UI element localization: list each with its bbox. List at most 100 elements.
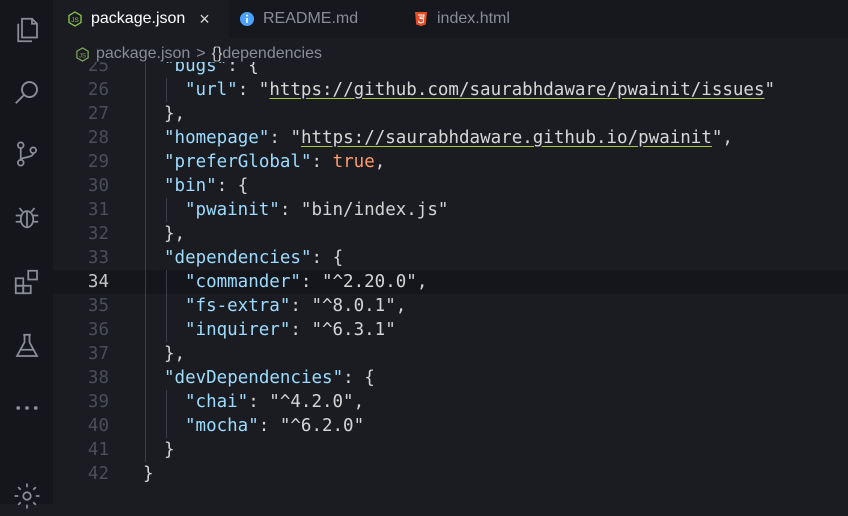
settings-gear-icon[interactable] [0, 476, 53, 516]
code-line[interactable]: 29 "preferGlobal": true, [53, 150, 848, 174]
code-line[interactable]: 39 "chai": "^4.2.0", [53, 390, 848, 414]
tab-label: package.json [91, 10, 186, 27]
code-text: "preferGlobal": true, [164, 150, 385, 174]
code-token: , [374, 152, 386, 172]
code-token: true [332, 152, 375, 172]
code-text: } [164, 438, 175, 462]
line-number: 29 [87, 152, 109, 172]
code-line[interactable]: 42} [53, 462, 848, 486]
indent-guide [166, 294, 167, 318]
line-number: 26 [87, 80, 109, 100]
code-line[interactable]: 36 "inquirer": "^6.3.1" [53, 318, 848, 342]
code-line[interactable]: 27}, [53, 102, 848, 126]
breadcrumb-file[interactable]: package.json [96, 45, 190, 63]
indent-guide [145, 102, 146, 126]
code-line[interactable]: 35 "fs-extra": "^8.0.1", [53, 294, 848, 318]
indent-guide [145, 366, 146, 390]
code-token: : [248, 392, 270, 412]
code-text: "inquirer": "^6.3.1" [185, 318, 396, 342]
code-link[interactable]: https://saurabhdaware.github.io/pwainit [301, 128, 712, 148]
tab-index-html[interactable]: index.html [413, 0, 510, 38]
indent-guide [145, 78, 146, 102]
code-text: "dependencies": { [164, 246, 343, 270]
indent-guide [145, 198, 146, 222]
code-token: "^4.2.0" [269, 392, 354, 412]
indent-guide [166, 390, 167, 414]
code-token: "preferGlobal" [164, 152, 312, 172]
code-editor[interactable]: 25 "bugs": { 26 "url": "https://github.com/… [53, 62, 848, 504]
indent-guide [166, 198, 167, 222]
tab-package-json[interactable]: JS package.json × [53, 0, 229, 38]
code-token: , [416, 272, 428, 292]
indent-guide [145, 62, 146, 78]
source-control-icon[interactable] [0, 134, 53, 174]
testing-icon[interactable] [0, 326, 53, 366]
indent-guide [145, 390, 146, 414]
info-icon [239, 11, 255, 27]
line-number: 30 [87, 176, 109, 196]
code-token: "^6.3.1" [311, 320, 396, 340]
code-token: ", [711, 128, 733, 148]
code-line[interactable]: 33 "dependencies": { [53, 246, 848, 270]
indent-guide [145, 294, 146, 318]
code-text: "chai": "^4.2.0", [185, 390, 364, 414]
code-line[interactable]: 40 "mocha": "^6.2.0" [53, 414, 848, 438]
html5-icon [413, 11, 429, 27]
code-token: : [300, 272, 322, 292]
search-icon[interactable] [0, 72, 53, 112]
extensions-icon[interactable] [0, 262, 53, 302]
chevron-right-icon: > [196, 45, 206, 62]
code-text: }, [164, 342, 185, 366]
more-icon[interactable] [0, 388, 53, 428]
code-token: } [164, 440, 175, 460]
code-token: }, [164, 344, 186, 364]
code-token: : { [216, 176, 249, 196]
code-line[interactable]: 31 "pwainit": "bin/index.js" [53, 198, 848, 222]
indent-guide [145, 222, 146, 246]
code-token: " [258, 80, 270, 100]
code-token: "bin" [164, 176, 217, 196]
indent-guide [166, 414, 167, 438]
code-token: : { [227, 62, 259, 76]
line-number: 31 [87, 200, 109, 220]
code-line[interactable]: 38 "devDependencies": { [53, 366, 848, 390]
close-tab-icon[interactable]: × [199, 9, 210, 30]
code-line[interactable]: 32}, [53, 222, 848, 246]
code-token: : [258, 416, 280, 436]
tab-readme-md[interactable]: README.md [239, 0, 358, 38]
object-symbol-icon: {} [211, 45, 223, 62]
activity-bar [0, 0, 53, 509]
editor-tab-bar: JS package.json × README.md index.html [53, 0, 848, 38]
code-token: : [269, 128, 291, 148]
code-line[interactable]: 41} [53, 438, 848, 462]
code-line[interactable]: 30 "bin": { [53, 174, 848, 198]
code-link[interactable]: https://github.com/saurabhdaware/pwainit… [269, 80, 764, 100]
code-token: : { [311, 248, 344, 268]
code-token: , [353, 392, 365, 412]
code-token: : [311, 152, 333, 172]
code-line[interactable]: 25 "bugs": { [53, 62, 848, 78]
code-token: "^6.2.0" [279, 416, 365, 436]
breadcrumb-symbol[interactable]: dependencies [222, 45, 322, 63]
code-line[interactable]: 26 "url": "https://github.com/saurabhdawa… [53, 78, 848, 102]
code-line[interactable]: 28 "homepage": "https://saurabhdaware.git… [53, 126, 848, 150]
debug-icon[interactable] [0, 198, 53, 238]
code-token: "url" [185, 80, 238, 100]
indent-guide [166, 318, 167, 342]
nodejs-icon: JS [67, 11, 83, 27]
code-text: "commander": "^2.20.0", [185, 270, 427, 294]
code-text: } [143, 462, 154, 486]
indent-guide [145, 414, 146, 438]
files-icon[interactable] [0, 10, 53, 50]
indent-guide [145, 126, 146, 150]
code-line[interactable]: 37}, [53, 342, 848, 366]
line-number: 36 [87, 320, 109, 340]
code-token: "pwainit" [185, 200, 280, 220]
line-number: 39 [87, 392, 109, 412]
indent-guide [166, 270, 167, 294]
code-text: }, [164, 102, 185, 126]
code-token: : [279, 200, 301, 220]
code-line[interactable]: 34 "commander": "^2.20.0", [53, 270, 848, 294]
code-text: "url": "https://github.com/saurabhdaware… [185, 78, 775, 102]
code-token: "homepage" [164, 128, 270, 148]
